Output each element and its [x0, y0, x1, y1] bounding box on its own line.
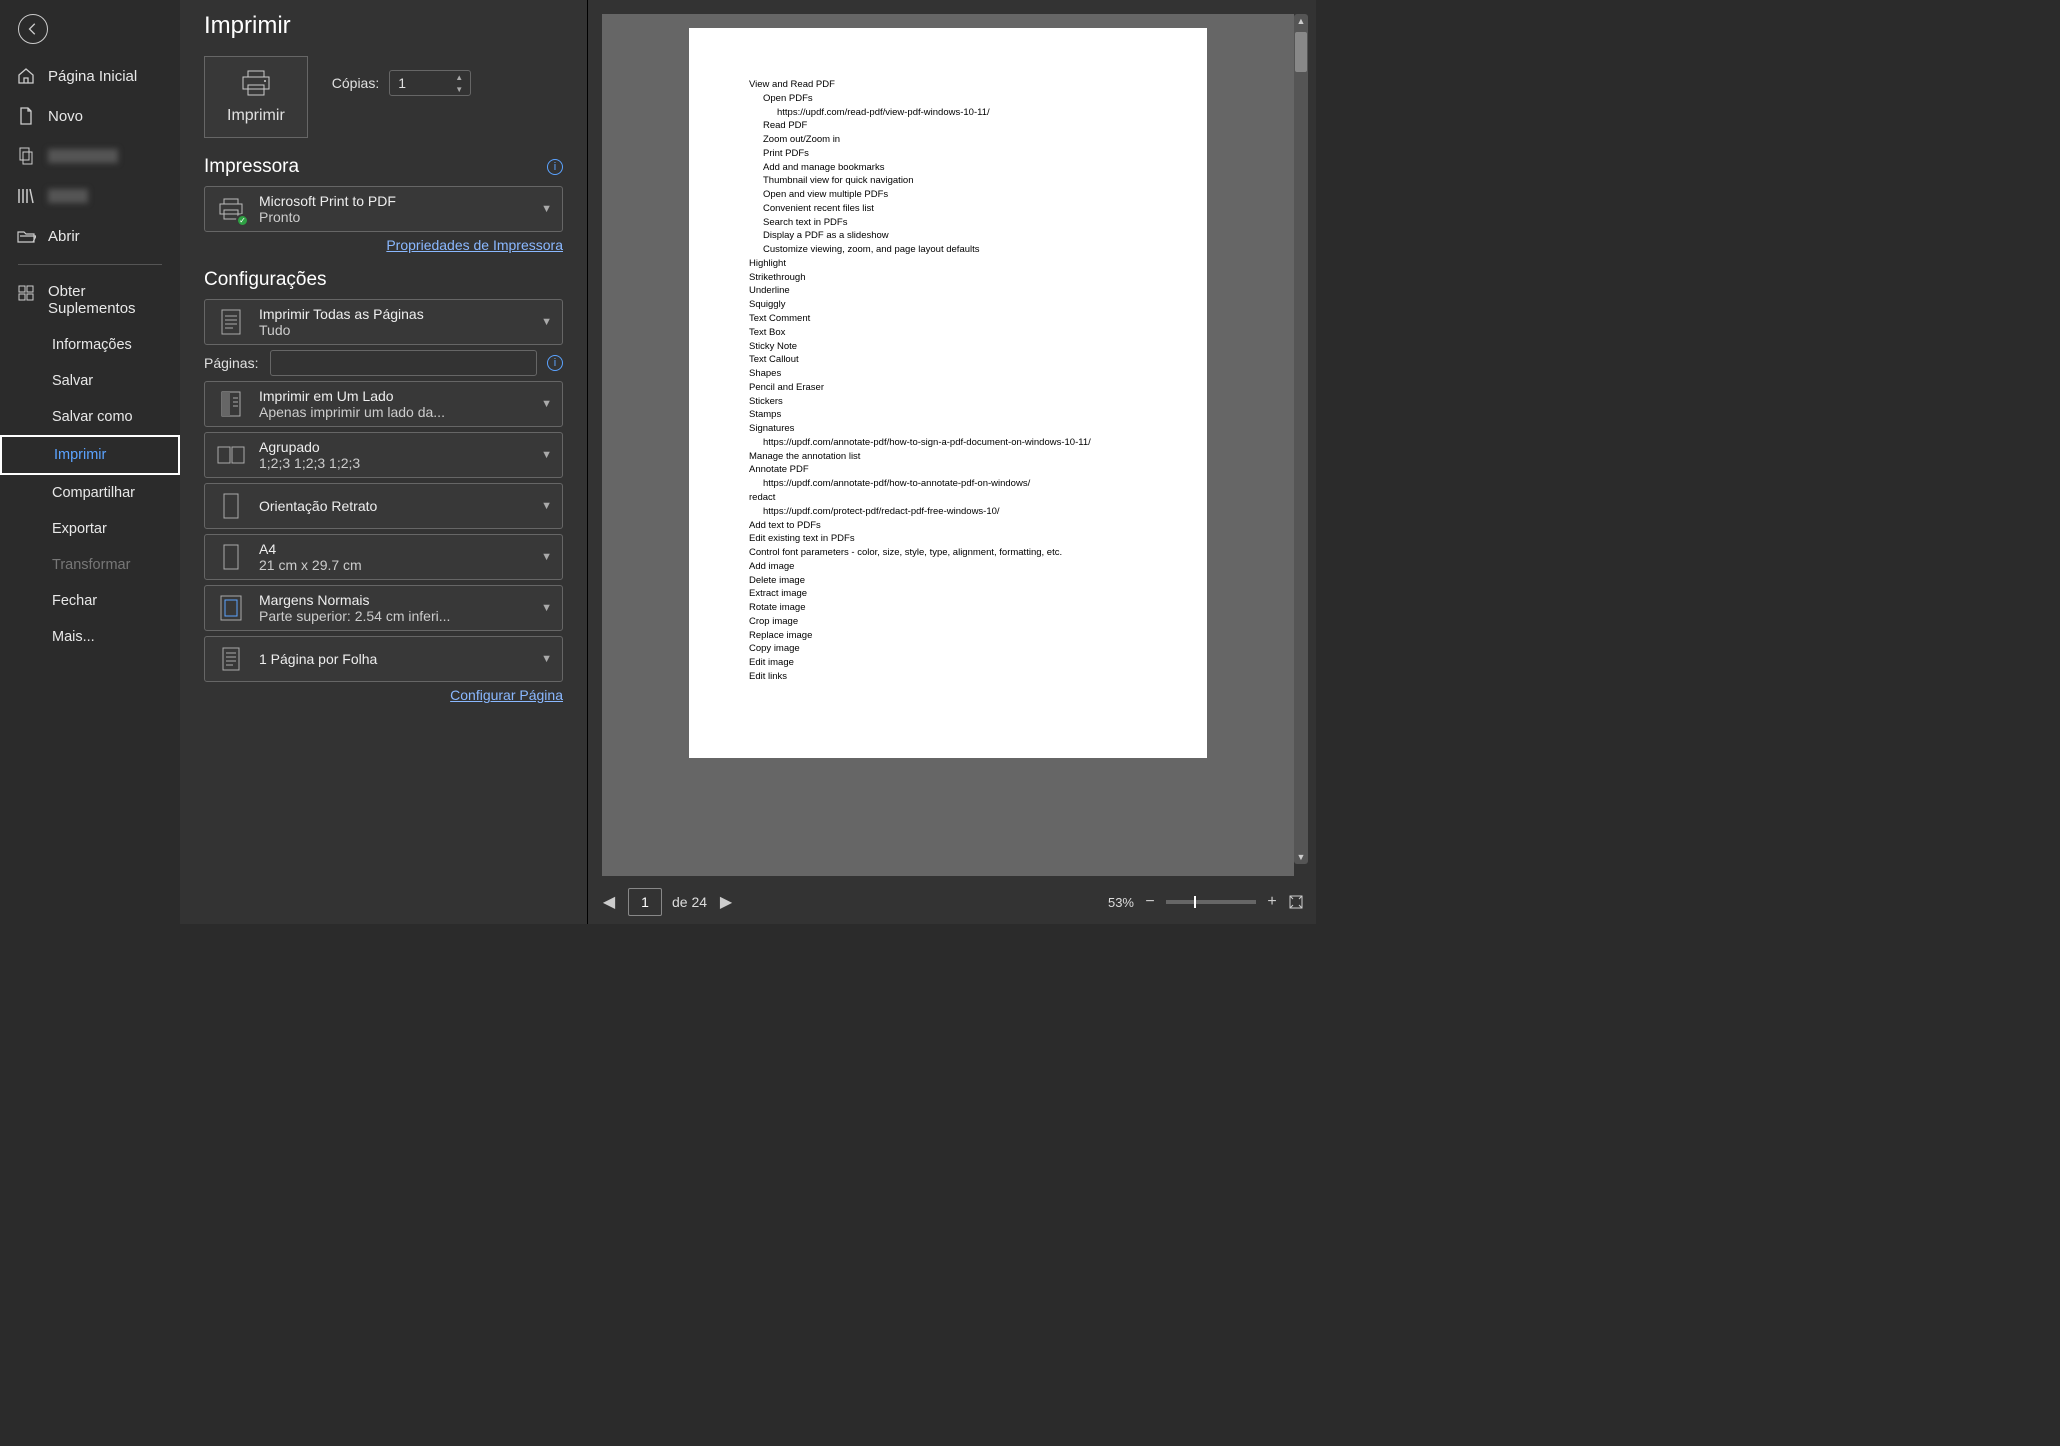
- margins-dropdown[interactable]: Margens NormaisParte superior: 2.54 cm i…: [204, 585, 563, 631]
- pages-info-icon[interactable]: i: [547, 355, 563, 371]
- chevron-down-icon: ▼: [541, 653, 552, 665]
- nav-blurred-label-2: [48, 189, 88, 203]
- pages-per-sheet-dropdown[interactable]: 1 Página por Folha ▼: [204, 636, 563, 682]
- printer-properties-link[interactable]: Propriedades de Impressora: [386, 237, 563, 253]
- nav-home[interactable]: Página Inicial: [0, 56, 180, 96]
- page-icon: [215, 306, 247, 338]
- zoom-to-page-icon[interactable]: [1288, 894, 1304, 910]
- print-preview-area: View and Read PDFOpen PDFshttps://updf.c…: [588, 0, 1316, 924]
- nav-close[interactable]: Fechar: [0, 583, 180, 619]
- printer-status-icon: ✓: [215, 193, 247, 225]
- nav-addins[interactable]: ObterSuplementos: [0, 273, 180, 327]
- printer-status-text: Pronto: [259, 209, 529, 225]
- portrait-icon: [215, 490, 247, 522]
- nav-addins-l1: Obter: [48, 283, 136, 300]
- copy-icon: [16, 146, 36, 166]
- nav-more[interactable]: Mais...: [0, 619, 180, 655]
- nav-export[interactable]: Exportar: [0, 511, 180, 547]
- main-content: Imprimir Imprimir Cópias: ▲▼ Impressora …: [180, 0, 1316, 924]
- arrow-left-icon: [26, 22, 40, 36]
- printer-name: Microsoft Print to PDF: [259, 193, 529, 209]
- nav-blurred-label: [48, 149, 118, 163]
- collate-dropdown[interactable]: Agrupado1;2;3 1;2;3 1;2;3 ▼: [204, 432, 563, 478]
- printer-info-icon[interactable]: i: [547, 159, 563, 175]
- orientation-dropdown[interactable]: Orientação Retrato ▼: [204, 483, 563, 529]
- chevron-down-icon: ▼: [541, 203, 552, 215]
- page-title: Imprimir: [204, 12, 563, 40]
- print-button[interactable]: Imprimir: [204, 56, 308, 138]
- zoom-out-button[interactable]: −: [1142, 893, 1158, 911]
- collate-icon: [215, 439, 247, 471]
- nav-home-label: Página Inicial: [48, 68, 137, 85]
- ready-check-icon: ✓: [236, 214, 249, 227]
- chevron-down-icon: ▼: [541, 316, 552, 328]
- back-button[interactable]: [18, 14, 48, 44]
- nav-print[interactable]: Imprimir: [0, 435, 180, 475]
- current-page-input[interactable]: [628, 888, 662, 916]
- nav-open[interactable]: Abrir: [0, 216, 180, 256]
- nav-info[interactable]: Informações: [0, 327, 180, 363]
- next-page-button[interactable]: ▶: [717, 893, 735, 911]
- nav-open-label: Abrir: [48, 228, 80, 245]
- nav-new[interactable]: Novo: [0, 96, 180, 136]
- zoom-slider[interactable]: [1166, 900, 1256, 904]
- zoom-in-button[interactable]: +: [1264, 893, 1280, 911]
- copies-label: Cópias:: [332, 75, 379, 91]
- print-settings-panel: Imprimir Imprimir Cópias: ▲▼ Impressora …: [180, 0, 588, 924]
- nav-item-blurred-2[interactable]: [0, 176, 180, 216]
- copies-input[interactable]: [390, 75, 450, 91]
- copies-down[interactable]: ▼: [450, 83, 468, 95]
- chevron-down-icon: ▼: [541, 500, 552, 512]
- chevron-down-icon: ▼: [541, 551, 552, 563]
- preview-status-bar: ◀ de 24 ▶ 53% − +: [588, 880, 1316, 924]
- library-icon: [16, 186, 36, 206]
- nav-save[interactable]: Salvar: [0, 363, 180, 399]
- print-range-dropdown[interactable]: Imprimir Todas as PáginasTudo ▼: [204, 299, 563, 345]
- nav-addins-l2: Suplementos: [48, 300, 136, 317]
- scroll-up[interactable]: ▲: [1294, 14, 1308, 28]
- zoom-percent: 53%: [1108, 895, 1134, 910]
- chevron-down-icon: ▼: [541, 398, 552, 410]
- total-pages-label: de 24: [672, 894, 707, 910]
- page-setup-link[interactable]: Configurar Página: [450, 687, 563, 703]
- paper-size-dropdown[interactable]: A421 cm x 29.7 cm ▼: [204, 534, 563, 580]
- pages-input[interactable]: [270, 350, 537, 376]
- backstage-sidebar: Página Inicial Novo Abrir ObterSuplement…: [0, 0, 180, 924]
- home-icon: [16, 66, 36, 86]
- sides-dropdown[interactable]: Imprimir em Um LadoApenas imprimir um la…: [204, 381, 563, 427]
- preview-viewport[interactable]: View and Read PDFOpen PDFshttps://updf.c…: [602, 14, 1294, 876]
- document-icon: [16, 106, 36, 126]
- chevron-down-icon: ▼: [541, 602, 552, 614]
- printer-icon: [239, 69, 273, 97]
- margins-icon: [215, 592, 247, 624]
- print-button-label: Imprimir: [227, 107, 285, 125]
- one-side-icon: [215, 388, 247, 420]
- pages-label: Páginas:: [204, 355, 260, 371]
- printer-section-title: Impressora: [204, 156, 299, 178]
- prev-page-button[interactable]: ◀: [600, 893, 618, 911]
- sidebar-divider: [18, 264, 162, 265]
- printer-dropdown[interactable]: ✓ Microsoft Print to PDF Pronto ▼: [204, 186, 563, 232]
- sheet-icon: [215, 643, 247, 675]
- settings-section-title: Configurações: [204, 269, 327, 291]
- nav-item-blurred-1[interactable]: [0, 136, 180, 176]
- scroll-down[interactable]: ▼: [1294, 850, 1308, 864]
- paper-icon: [215, 541, 247, 573]
- nav-share[interactable]: Compartilhar: [0, 475, 180, 511]
- vertical-scrollbar[interactable]: ▲ ▼: [1294, 14, 1308, 864]
- addins-icon: [16, 283, 36, 303]
- chevron-down-icon: ▼: [541, 449, 552, 461]
- copies-up[interactable]: ▲: [450, 71, 468, 83]
- scroll-thumb[interactable]: [1295, 32, 1307, 72]
- folder-open-icon: [16, 226, 36, 246]
- nav-transform: Transformar: [0, 547, 180, 583]
- copies-spinner[interactable]: ▲▼: [389, 70, 471, 96]
- nav-saveas[interactable]: Salvar como: [0, 399, 180, 435]
- nav-new-label: Novo: [48, 108, 83, 125]
- page-preview: View and Read PDFOpen PDFshttps://updf.c…: [689, 28, 1207, 758]
